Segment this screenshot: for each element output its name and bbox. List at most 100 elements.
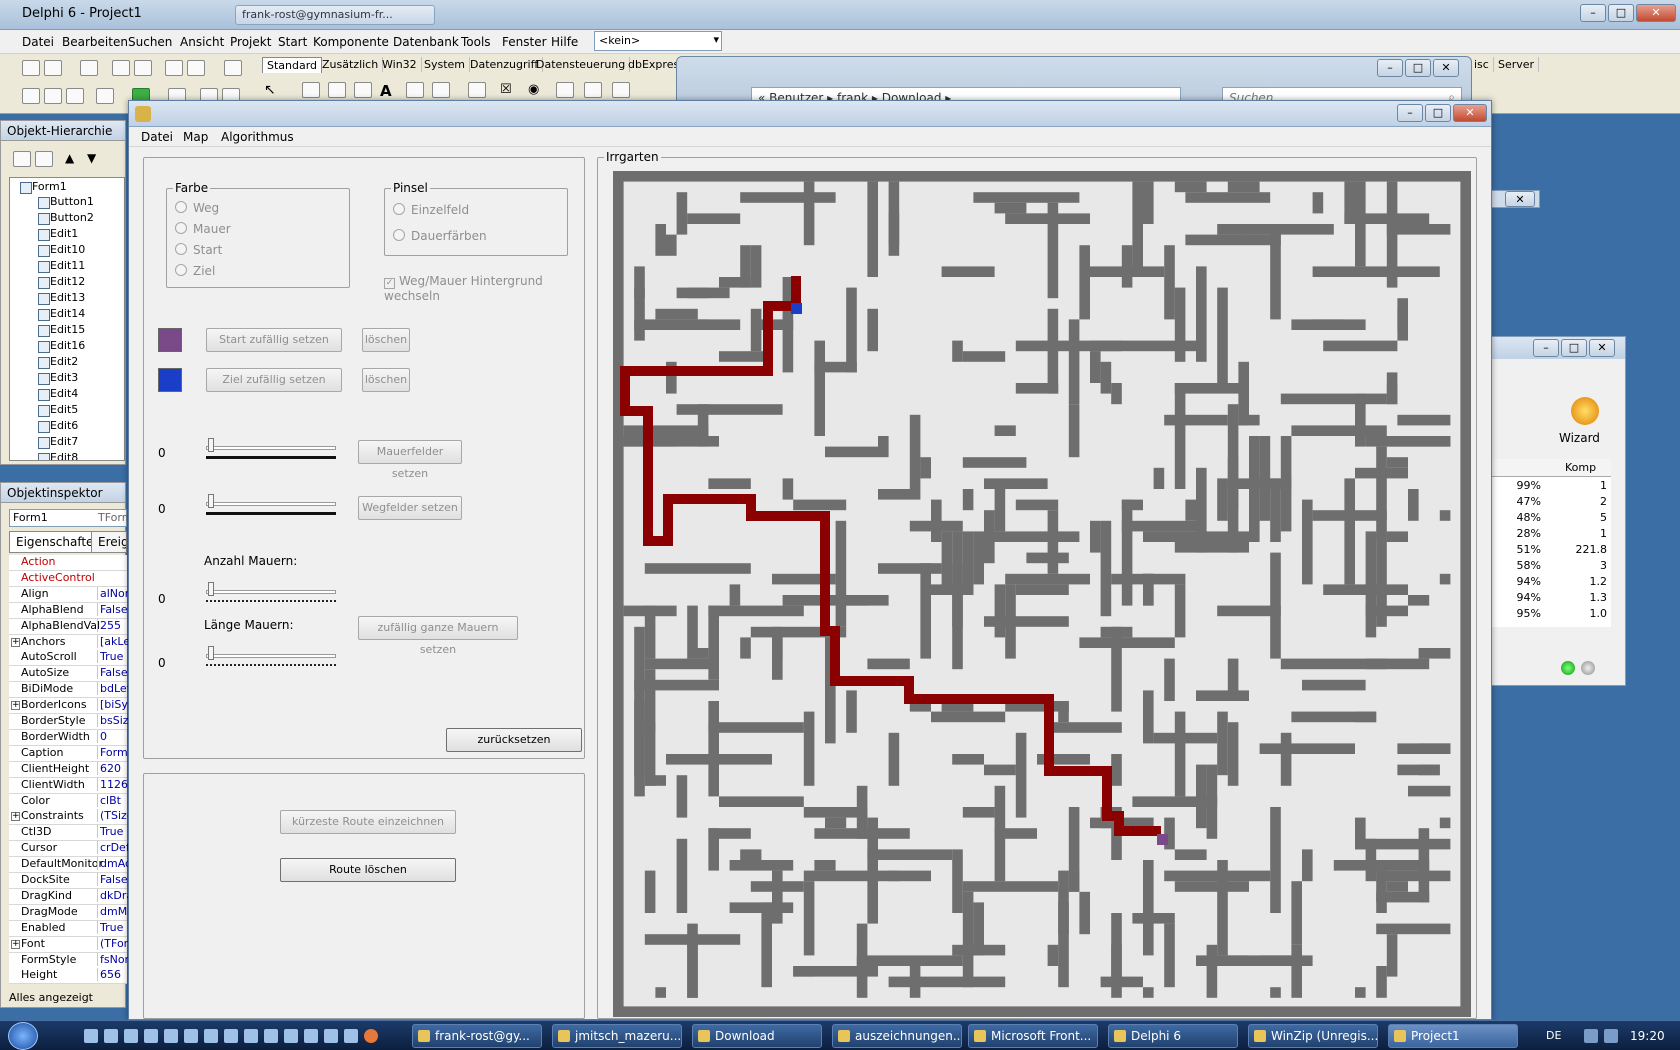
wegfelder-slider[interactable]: [206, 494, 336, 516]
ziel-random-button[interactable]: Ziel zufällig setzen: [206, 368, 342, 392]
anzahl-mauern-slider[interactable]: [206, 582, 336, 604]
menu-bearbeiten[interactable]: Bearbeiten: [62, 35, 128, 49]
menu-projekt[interactable]: Projekt: [230, 35, 271, 49]
new-file-icon[interactable]: [22, 60, 40, 76]
form-menu-algorithmus[interactable]: Algorithmus: [221, 130, 294, 144]
pointer-icon[interactable]: ↖: [264, 82, 282, 98]
quicklaunch-icon[interactable]: [344, 1029, 358, 1043]
radiobutton-icon[interactable]: ◉: [528, 82, 546, 98]
arrow-up-icon[interactable]: ▲: [65, 151, 83, 167]
task-delphi[interactable]: Delphi 6: [1108, 1024, 1238, 1048]
property-value[interactable]: dmAct: [97, 857, 129, 871]
property-row[interactable]: Caption Form1: [9, 745, 129, 762]
property-value[interactable]: False: [97, 602, 129, 616]
label-icon[interactable]: A: [380, 82, 398, 100]
expand-icon[interactable]: +: [11, 939, 20, 949]
property-row[interactable]: AutoScroll True: [9, 650, 129, 667]
maximize-button[interactable]: □: [1608, 4, 1634, 22]
ganze-mauern-button[interactable]: zufällig ganze Mauern setzen: [358, 616, 518, 656]
tree-item[interactable]: Edit2: [37, 355, 78, 369]
property-value[interactable]: [biSys: [97, 698, 129, 712]
mauerfelder-slider[interactable]: [206, 438, 336, 460]
tree-item[interactable]: Button2: [38, 211, 94, 225]
task-download[interactable]: Download: [692, 1024, 822, 1048]
property-value[interactable]: bsSize: [97, 714, 129, 727]
form-minimize-button[interactable]: –: [1397, 104, 1423, 122]
explorer-close-button[interactable]: ✕: [1433, 59, 1459, 77]
property-value[interactable]: 0: [97, 729, 129, 743]
quicklaunch-icon[interactable]: [84, 1029, 98, 1043]
ziel-delete-button[interactable]: löschen: [362, 368, 410, 392]
form-menu-datei[interactable]: Datei: [141, 130, 173, 144]
hierarchy-tool2-icon[interactable]: [35, 151, 53, 167]
property-row[interactable]: +BorderIcons [biSys: [9, 698, 129, 715]
task-jmitsch[interactable]: jmitsch_mazeru...: [552, 1024, 682, 1048]
form-close-button[interactable]: ✕: [1453, 104, 1487, 122]
view-unit-icon[interactable]: [22, 88, 40, 104]
wizard-icon[interactable]: [1571, 397, 1599, 425]
property-value[interactable]: bdLef: [97, 682, 129, 696]
save-icon[interactable]: [80, 60, 98, 76]
property-row[interactable]: Ctl3D True: [9, 825, 127, 842]
menu-datei[interactable]: Datei: [22, 35, 54, 49]
menu-tools[interactable]: Tools: [461, 35, 491, 49]
property-row[interactable]: DefaultMonitordmAct: [9, 857, 129, 874]
tree-item[interactable]: Edit12: [37, 275, 85, 289]
maze-canvas[interactable]: [613, 171, 1471, 1017]
tree-item[interactable]: Edit10: [37, 243, 85, 257]
menu-start[interactable]: Start: [278, 35, 307, 49]
property-value[interactable]: Form1: [97, 745, 129, 759]
tree-item[interactable]: Edit4: [37, 387, 78, 401]
property-row[interactable]: BorderWidth 0: [9, 729, 129, 746]
radio-dauerfaerben[interactable]: Dauerfärben: [393, 229, 487, 243]
side-minimize-button[interactable]: –: [1533, 339, 1559, 357]
arrow-down-icon[interactable]: ▼: [87, 151, 105, 167]
quicklaunch-icon[interactable]: [144, 1029, 158, 1043]
tree-root[interactable]: Form1: [20, 180, 67, 194]
quicklaunch-icon[interactable]: [224, 1029, 238, 1043]
checkbox-icon[interactable]: ☒: [500, 82, 518, 98]
tree-item[interactable]: Edit15: [37, 323, 85, 337]
open-file-icon[interactable]: [44, 60, 62, 76]
property-row[interactable]: Action: [9, 555, 127, 571]
expand-icon[interactable]: +: [11, 812, 20, 822]
component-combo[interactable]: <kein> ▾: [594, 31, 722, 51]
language-indicator[interactable]: DE: [1546, 1029, 1561, 1042]
property-value[interactable]: True: [97, 650, 129, 664]
radio-weg[interactable]: Weg: [175, 201, 219, 215]
property-row[interactable]: +Constraints (TSize: [9, 809, 129, 826]
form-maximize-button[interactable]: □: [1425, 104, 1451, 122]
task-auszeichnungen[interactable]: auszeichnungen...: [832, 1024, 962, 1048]
quicklaunch-icon[interactable]: [104, 1029, 118, 1043]
form-menu-map[interactable]: Map: [183, 130, 208, 144]
volume-icon[interactable]: [1604, 1029, 1618, 1043]
open-project-icon[interactable]: [134, 60, 152, 76]
quicklaunch-icon[interactable]: [324, 1029, 338, 1043]
task-frank-rost[interactable]: frank-rost@gy...: [412, 1024, 542, 1048]
start-color-swatch[interactable]: [158, 328, 182, 352]
wall-background-checkbox[interactable]: ✓ Weg/Mauer Hintergrund wechseln: [384, 274, 584, 303]
menu-komponente[interactable]: Komponente: [313, 35, 389, 49]
property-value[interactable]: False: [97, 873, 129, 886]
explorer-maximize-button[interactable]: □: [1405, 59, 1431, 77]
property-value[interactable]: alNon: [97, 586, 129, 600]
task-project1[interactable]: Project1: [1388, 1024, 1518, 1048]
property-row[interactable]: Color clBt: [9, 793, 127, 810]
quicklaunch-icon[interactable]: [284, 1029, 298, 1043]
property-value[interactable]: False: [97, 666, 129, 680]
property-row[interactable]: BiDiMode bdLef: [9, 682, 129, 699]
tray-icon[interactable]: [1584, 1029, 1598, 1043]
add-to-project-icon[interactable]: [165, 60, 183, 76]
property-row[interactable]: ActiveControl: [9, 570, 127, 587]
property-row[interactable]: Enabled True: [9, 920, 129, 937]
save-all-icon[interactable]: [112, 60, 130, 76]
property-value[interactable]: fsNorm: [97, 952, 129, 966]
tree-item[interactable]: Edit11: [37, 259, 85, 273]
tab-isc[interactable]: isc: [1470, 57, 1494, 72]
quicklaunch-icon[interactable]: [204, 1029, 218, 1043]
tree-item[interactable]: Edit7: [37, 435, 78, 449]
property-value[interactable]: True: [97, 920, 129, 934]
property-row[interactable]: BorderStyle bsSize: [9, 714, 129, 730]
explorer-minimize-button[interactable]: –: [1377, 59, 1403, 77]
property-value[interactable]: (TFon: [97, 936, 129, 950]
